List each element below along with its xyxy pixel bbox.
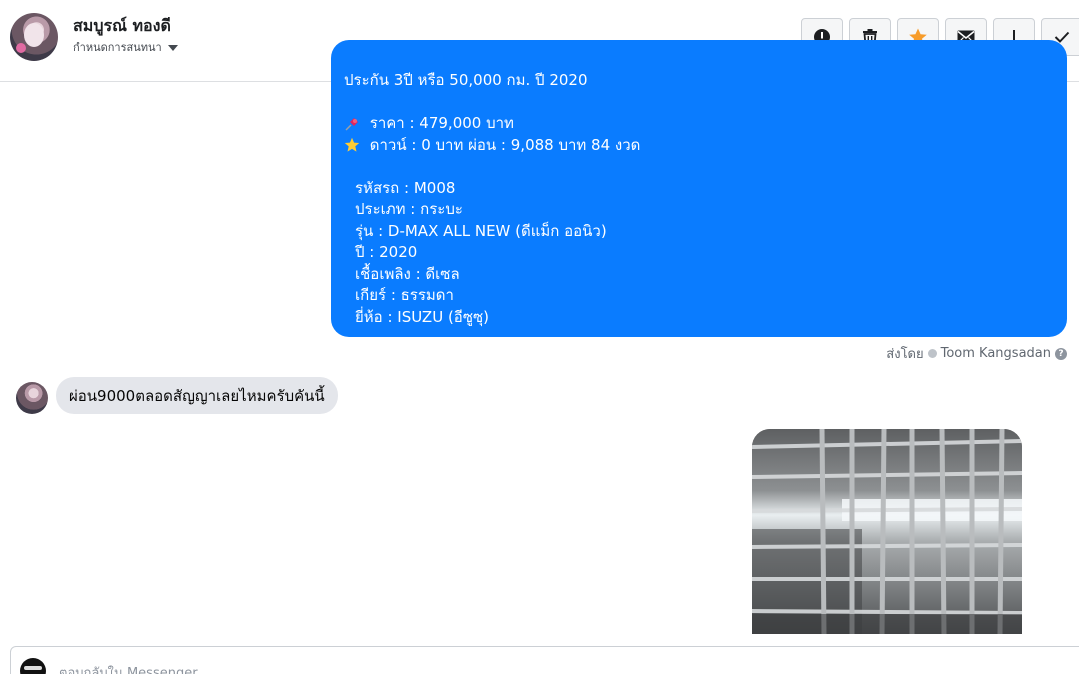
incoming-message-text: ผ่อน9000ตลอดสัญญาเลยไหมครับคันนี้: [69, 386, 325, 405]
detail-line: รุ่น : D-MAX ALL NEW (ดีแม็ก ออนิว): [355, 221, 607, 240]
star-emoji-icon: [344, 138, 360, 152]
verified-icon: [927, 349, 937, 358]
sender-name: Toom Kangsadan: [940, 346, 1051, 361]
contact-name[interactable]: สมบูรณ์ ทองดี: [73, 14, 171, 39]
contact-avatar[interactable]: [10, 13, 58, 61]
incoming-message-bubble: ผ่อน9000ตลอดสัญญาเลยไหมครับคันนี้: [56, 377, 338, 414]
message-line: ประกัน 3ปี หรือ 50,000 กม. ปี 2020: [344, 71, 588, 89]
detail-line: ยี่ห้อ : ISUZU (อีซูซุ): [355, 307, 490, 326]
outgoing-message-bubble: ประกัน 3ปี หรือ 50,000 กม. ปี 2020 ราคา …: [331, 40, 1067, 337]
help-icon[interactable]: ?: [1055, 347, 1067, 360]
reply-box[interactable]: ตอบกลับใน Messenger...: [10, 646, 1079, 674]
detail-line: เกียร์ : ธรรมดา: [355, 286, 454, 304]
pushpin-icon: [345, 117, 358, 131]
detail-line: รหัสรถ : M008: [355, 178, 456, 197]
detail-line: เชื้อเพลิง : ดีเซล: [355, 264, 460, 283]
assign-conversation-dropdown[interactable]: กำหนดการสนทนา: [73, 38, 178, 56]
price-line: ราคา : 479,000 บาท: [344, 113, 1053, 135]
assign-label: กำหนดการสนทนา: [73, 41, 162, 54]
detail-line: ปี : 2020: [355, 243, 418, 261]
reply-input[interactable]: ตอบกลับใน Messenger...: [59, 662, 209, 674]
down-text: ดาวน์ : 0 บาท ผ่อน : 9,088 บาท 84 งวด: [365, 135, 641, 154]
attachment-photo: [752, 429, 1022, 634]
down-line: ดาวน์ : 0 บาท ผ่อน : 9,088 บาท 84 งวด: [344, 135, 1053, 157]
sender-avatar[interactable]: [16, 382, 48, 414]
sent-by-label: ส่งโดย: [886, 347, 924, 362]
image-attachment[interactable]: [752, 429, 1022, 634]
price-text: ราคา : 479,000 บาท: [365, 114, 514, 132]
page-avatar: [20, 658, 46, 674]
caret-down-icon: [167, 44, 178, 51]
detail-line: ประเภท : กระบะ: [355, 200, 463, 218]
sent-by-info: ส่งโดย Toom Kangsadan ?: [886, 343, 1067, 364]
